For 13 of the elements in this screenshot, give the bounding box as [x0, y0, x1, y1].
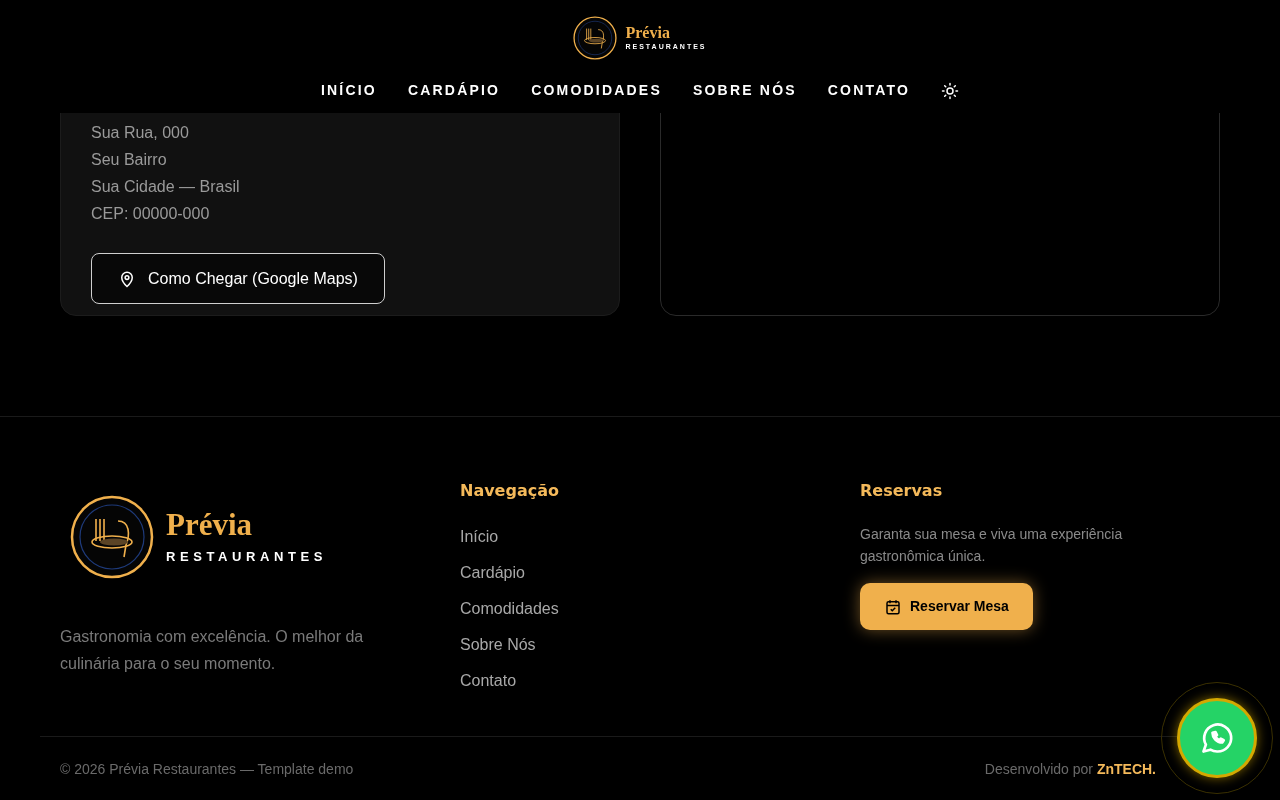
brand-name: Prévia [166, 507, 254, 544]
reservations-text: Garanta sua mesa e viva uma experiência gastronômica única. [860, 525, 1124, 566]
copyright-text: © 2026 Prévia Restaurantes — Template demo [60, 759, 354, 779]
address-line: Sua Cidade — Brasil [91, 177, 241, 197]
address-line: CEP: 00000-000 [91, 204, 211, 224]
brand-tagline: RESTAURANTES [166, 548, 328, 567]
footer-description: Gastronomia com excelência. O melhor da culinária para o seu momento. [60, 627, 365, 674]
column-heading: Navegação [460, 480, 560, 502]
address-line: Sua Rua, 000 [91, 123, 190, 143]
column-heading: Reservas [860, 480, 944, 502]
credit-text: Desenvolvido por ZnTECH. [984, 759, 1156, 779]
address-line: Seu Bairro [91, 150, 168, 170]
brand-name: Prévia [625, 23, 671, 42]
